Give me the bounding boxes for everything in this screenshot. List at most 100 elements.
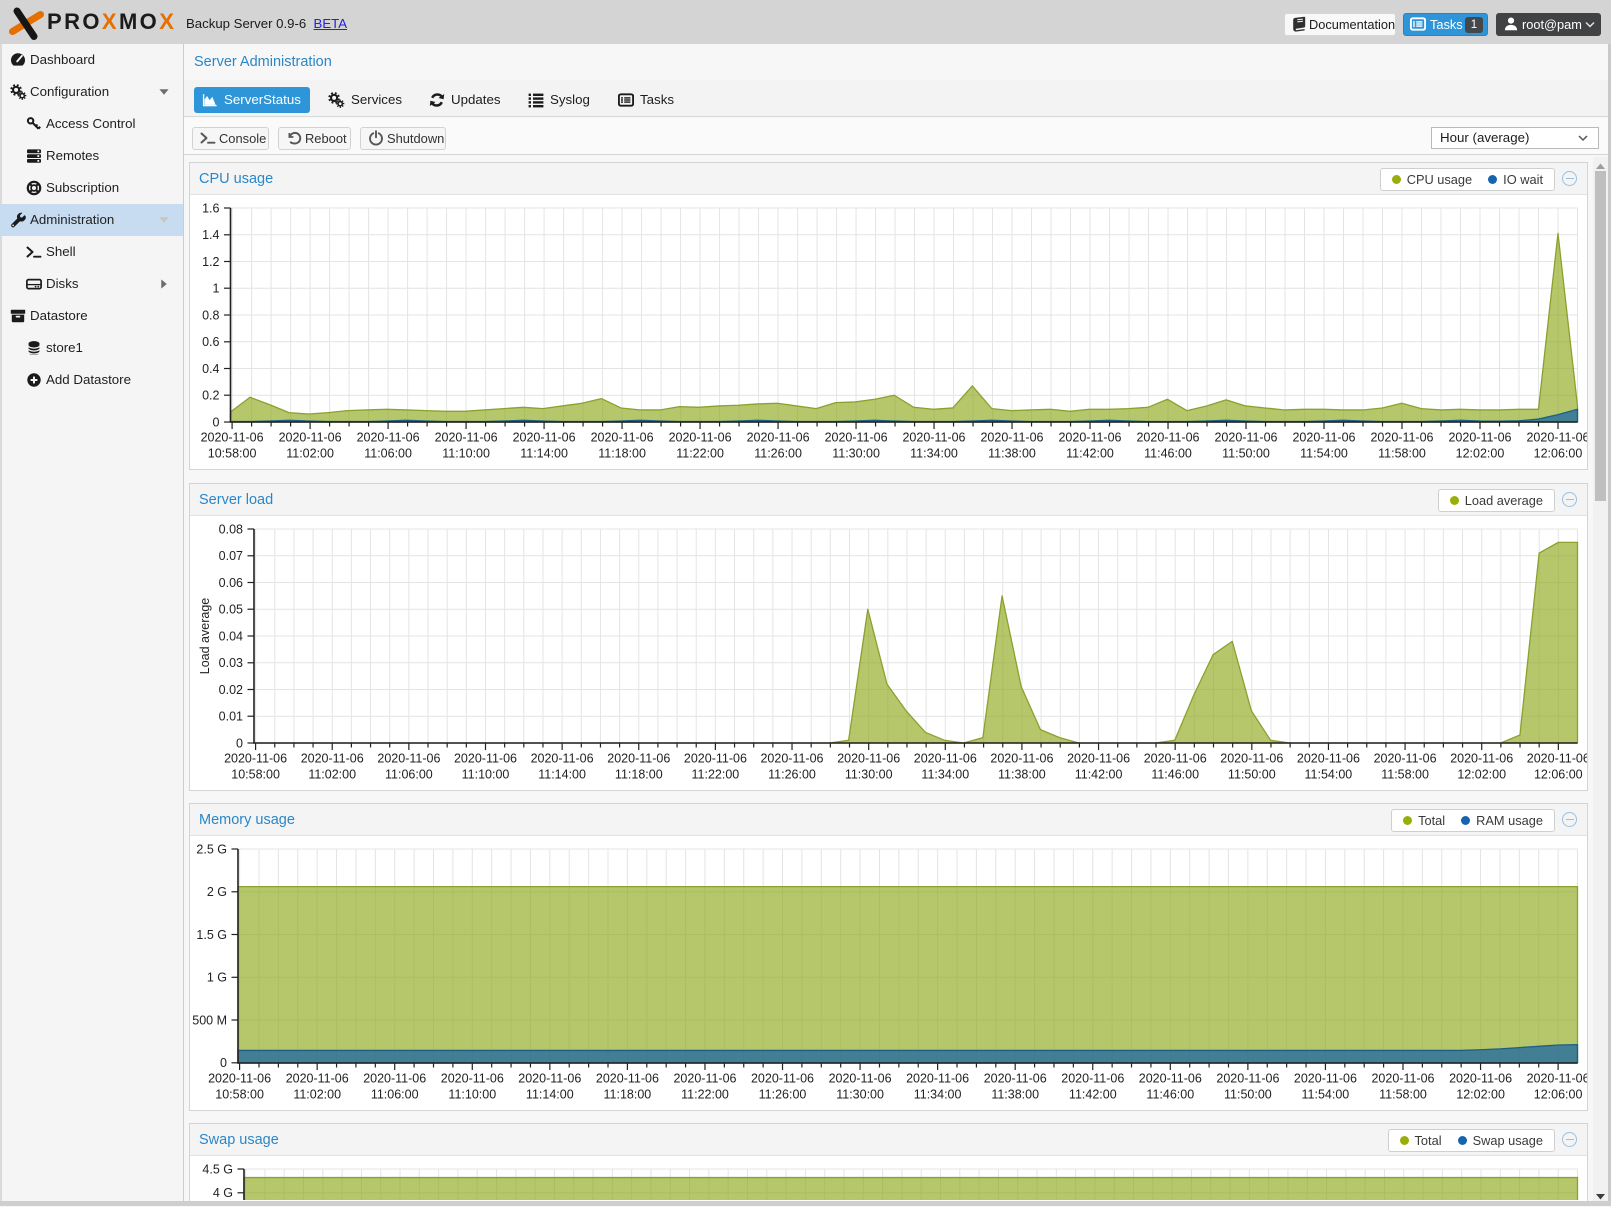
svg-text:2020-11-06: 2020-11-06 (201, 431, 264, 445)
svg-text:2020-11-06: 2020-11-06 (1371, 1072, 1434, 1086)
svg-text:11:18:00: 11:18:00 (604, 1088, 652, 1102)
svg-text:2020-11-06: 2020-11-06 (760, 752, 823, 766)
svg-text:11:26:00: 11:26:00 (759, 1088, 807, 1102)
svg-text:2020-11-06: 2020-11-06 (906, 1072, 969, 1086)
svg-text:500 M: 500 M (192, 1013, 227, 1027)
svg-text:11:14:00: 11:14:00 (520, 447, 568, 461)
svg-text:11:42:00: 11:42:00 (1075, 768, 1123, 782)
svg-text:2020-11-06: 2020-11-06 (673, 1072, 736, 1086)
svg-text:11:10:00: 11:10:00 (442, 447, 490, 461)
svg-text:2.5 G: 2.5 G (196, 842, 227, 856)
svg-text:11:38:00: 11:38:00 (998, 768, 1046, 782)
svg-text:2020-11-06: 2020-11-06 (1297, 752, 1360, 766)
svg-text:11:18:00: 11:18:00 (615, 768, 663, 782)
svg-text:11:38:00: 11:38:00 (988, 447, 1036, 461)
svg-text:11:58:00: 11:58:00 (1379, 1088, 1427, 1102)
svg-text:1.5 G: 1.5 G (196, 928, 227, 942)
svg-text:11:22:00: 11:22:00 (692, 768, 740, 782)
svg-text:11:02:00: 11:02:00 (293, 1088, 341, 1102)
svg-text:2020-11-06: 2020-11-06 (980, 431, 1043, 445)
svg-text:2020-11-06: 2020-11-06 (837, 752, 900, 766)
svg-text:11:06:00: 11:06:00 (385, 768, 433, 782)
svg-text:0.04: 0.04 (219, 629, 243, 643)
svg-text:2020-11-06: 2020-11-06 (902, 431, 965, 445)
svg-text:2020-11-06: 2020-11-06 (435, 431, 498, 445)
svg-text:0: 0 (236, 736, 243, 750)
svg-text:2020-11-06: 2020-11-06 (829, 1072, 892, 1086)
svg-text:1.6: 1.6 (202, 201, 219, 215)
svg-text:2020-11-06: 2020-11-06 (747, 431, 810, 445)
svg-text:2020-11-06: 2020-11-06 (1067, 752, 1130, 766)
svg-text:2020-11-06: 2020-11-06 (357, 431, 420, 445)
svg-text:11:30:00: 11:30:00 (845, 768, 893, 782)
svg-text:2020-11-06: 2020-11-06 (1136, 431, 1199, 445)
svg-text:0.02: 0.02 (219, 683, 243, 697)
svg-text:11:34:00: 11:34:00 (921, 768, 969, 782)
svg-text:11:54:00: 11:54:00 (1302, 1088, 1350, 1102)
svg-text:2020-11-06: 2020-11-06 (208, 1072, 271, 1086)
svg-text:0.01: 0.01 (219, 710, 243, 724)
svg-text:10:58:00: 10:58:00 (231, 768, 280, 782)
svg-text:2 G: 2 G (207, 885, 227, 899)
svg-text:11:26:00: 11:26:00 (754, 447, 802, 461)
svg-text:10:58:00: 10:58:00 (208, 447, 257, 461)
svg-text:11:22:00: 11:22:00 (676, 447, 724, 461)
svg-text:12:02:00: 12:02:00 (1456, 1088, 1505, 1102)
svg-text:11:26:00: 11:26:00 (768, 768, 816, 782)
svg-text:11:54:00: 11:54:00 (1300, 447, 1348, 461)
svg-text:2020-11-06: 2020-11-06 (513, 431, 576, 445)
svg-text:11:18:00: 11:18:00 (598, 447, 646, 461)
svg-text:11:06:00: 11:06:00 (364, 447, 412, 461)
svg-text:0.07: 0.07 (219, 549, 243, 563)
svg-text:11:46:00: 11:46:00 (1146, 1088, 1194, 1102)
svg-text:2020-11-06: 2020-11-06 (441, 1072, 504, 1086)
svg-text:2020-11-06: 2020-11-06 (377, 752, 440, 766)
svg-text:11:38:00: 11:38:00 (991, 1088, 1039, 1102)
svg-text:2020-11-06: 2020-11-06 (914, 752, 977, 766)
svg-text:11:10:00: 11:10:00 (448, 1088, 496, 1102)
svg-text:2020-11-06: 2020-11-06 (751, 1072, 814, 1086)
svg-text:11:58:00: 11:58:00 (1381, 768, 1429, 782)
svg-text:11:02:00: 11:02:00 (286, 447, 334, 461)
svg-text:2020-11-06: 2020-11-06 (1527, 752, 1587, 766)
svg-text:4.5 G: 4.5 G (202, 1162, 233, 1176)
svg-text:2020-11-06: 2020-11-06 (1058, 431, 1121, 445)
svg-text:2020-11-06: 2020-11-06 (1450, 752, 1513, 766)
svg-text:2020-11-06: 2020-11-06 (596, 1072, 659, 1086)
svg-text:0.03: 0.03 (219, 656, 243, 670)
svg-text:12:02:00: 12:02:00 (1457, 768, 1506, 782)
svg-text:1: 1 (213, 282, 220, 296)
svg-text:11:42:00: 11:42:00 (1066, 447, 1114, 461)
svg-text:11:22:00: 11:22:00 (681, 1088, 729, 1102)
svg-text:10:58:00: 10:58:00 (215, 1088, 264, 1102)
svg-text:2020-11-06: 2020-11-06 (1294, 1072, 1357, 1086)
svg-text:2020-11-06: 2020-11-06 (1526, 431, 1587, 445)
svg-text:12:02:00: 12:02:00 (1456, 447, 1505, 461)
svg-text:2020-11-06: 2020-11-06 (454, 752, 517, 766)
svg-text:11:14:00: 11:14:00 (526, 1088, 574, 1102)
svg-text:2020-11-06: 2020-11-06 (1527, 1072, 1587, 1086)
svg-text:11:50:00: 11:50:00 (1222, 447, 1270, 461)
svg-text:2020-11-06: 2020-11-06 (363, 1072, 426, 1086)
svg-text:11:06:00: 11:06:00 (371, 1088, 419, 1102)
svg-text:11:50:00: 11:50:00 (1224, 1088, 1272, 1102)
svg-text:0.06: 0.06 (219, 576, 243, 590)
svg-text:2020-11-06: 2020-11-06 (591, 431, 654, 445)
svg-text:0.05: 0.05 (219, 603, 243, 617)
svg-text:0.4: 0.4 (202, 362, 219, 376)
svg-text:2020-11-06: 2020-11-06 (1370, 431, 1433, 445)
svg-text:12:06:00: 12:06:00 (1534, 1088, 1583, 1102)
svg-text:2020-11-06: 2020-11-06 (1216, 1072, 1279, 1086)
svg-text:2020-11-06: 2020-11-06 (1144, 752, 1207, 766)
svg-text:2020-11-06: 2020-11-06 (984, 1072, 1047, 1086)
svg-text:4 G: 4 G (213, 1186, 233, 1200)
svg-text:11:30:00: 11:30:00 (836, 1088, 884, 1102)
svg-text:0.08: 0.08 (219, 522, 243, 536)
svg-text:11:14:00: 11:14:00 (538, 768, 586, 782)
svg-text:2020-11-06: 2020-11-06 (286, 1072, 349, 1086)
svg-text:1.2: 1.2 (202, 255, 219, 269)
svg-text:12:06:00: 12:06:00 (1534, 768, 1583, 782)
svg-text:2020-11-06: 2020-11-06 (684, 752, 747, 766)
svg-text:2020-11-06: 2020-11-06 (1448, 431, 1511, 445)
svg-text:11:30:00: 11:30:00 (832, 447, 880, 461)
